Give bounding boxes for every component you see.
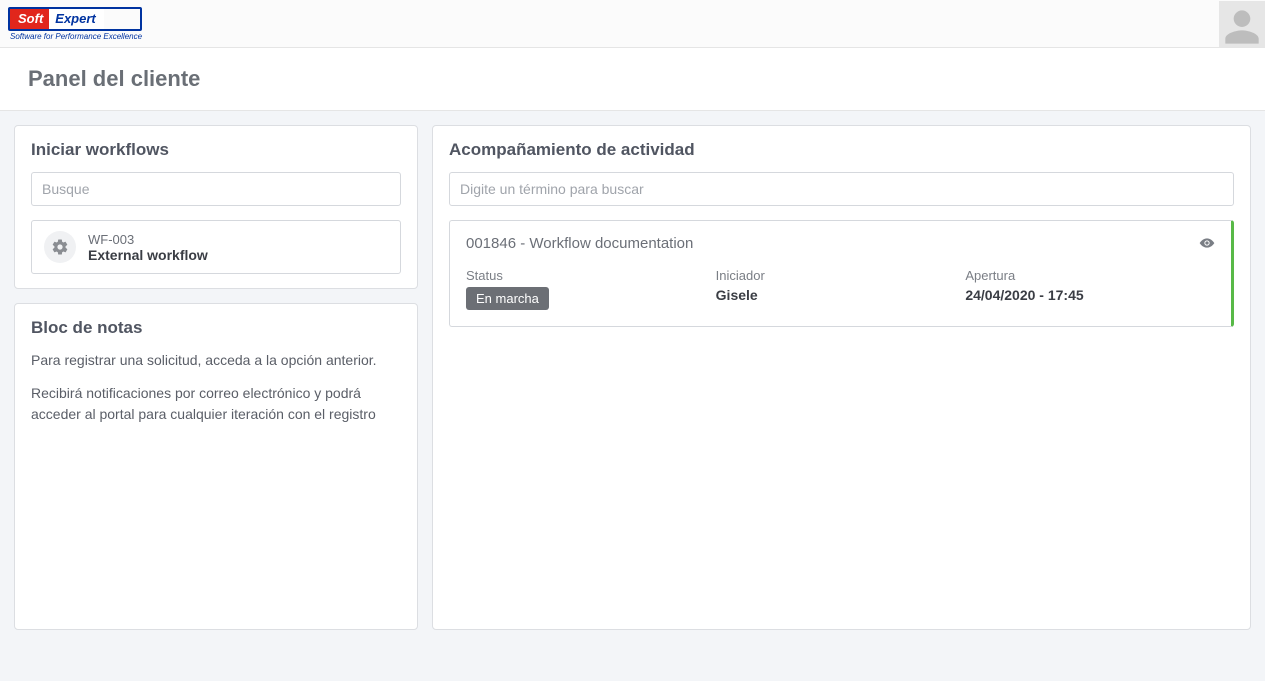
eye-icon (1199, 235, 1215, 251)
brand-logo: Soft Expert Software for Performance Exc… (8, 7, 142, 41)
workflow-code: WF-003 (88, 232, 208, 247)
right-column: Acompañamiento de actividad 001846 - Wor… (432, 125, 1251, 630)
activity-panel-heading: Acompañamiento de actividad (449, 140, 1234, 160)
activity-list: 001846 - Workflow documentation Status E… (449, 220, 1234, 327)
page-title: Panel del cliente (28, 66, 1237, 92)
activity-title: 001846 - Workflow documentation (466, 235, 1215, 252)
initiator-value: Gisele (716, 287, 966, 303)
initiator-label: Iniciador (716, 268, 966, 283)
notes-panel: Bloc de notas Para registrar una solicit… (14, 303, 418, 630)
notes-panel-heading: Bloc de notas (31, 318, 401, 338)
left-column: Iniciar workflows WF-003 External workfl… (14, 125, 418, 630)
activity-status-field: Status En marcha (466, 268, 716, 310)
workflows-panel: Iniciar workflows WF-003 External workfl… (14, 125, 418, 289)
notes-paragraph: Recibirá notificaciones por correo elect… (31, 383, 401, 425)
view-activity-button[interactable] (1199, 235, 1215, 254)
user-icon (1222, 7, 1262, 47)
activity-open-field: Apertura 24/04/2020 - 17:45 (965, 268, 1215, 310)
status-badge: En marcha (466, 287, 549, 310)
status-label: Status (466, 268, 716, 283)
brand-logo-right: Expert (49, 9, 103, 29)
activity-panel: Acompañamiento de actividad 001846 - Wor… (432, 125, 1251, 630)
gear-icon (44, 231, 76, 263)
notes-body: Para registrar una solicitud, acceda a l… (31, 350, 401, 437)
workflows-panel-heading: Iniciar workflows (31, 140, 401, 160)
workflow-item[interactable]: WF-003 External workflow (31, 220, 401, 274)
brand-logo-left: Soft (10, 9, 49, 29)
page-title-row: Panel del cliente (0, 48, 1265, 111)
open-value: 24/04/2020 - 17:45 (965, 287, 1215, 303)
activity-card[interactable]: 001846 - Workflow documentation Status E… (449, 220, 1234, 327)
notes-paragraph: Para registrar una solicitud, acceda a l… (31, 350, 401, 371)
top-bar: Soft Expert Software for Performance Exc… (0, 0, 1265, 48)
user-avatar[interactable] (1219, 1, 1265, 47)
activity-initiator-field: Iniciador Gisele (716, 268, 966, 310)
workflow-name: External workflow (88, 247, 208, 263)
brand-tagline: Software for Performance Excellence (8, 32, 142, 41)
workflows-search-input[interactable] (31, 172, 401, 206)
open-label: Apertura (965, 268, 1215, 283)
activity-search-input[interactable] (449, 172, 1234, 206)
content-area: Iniciar workflows WF-003 External workfl… (0, 111, 1265, 644)
